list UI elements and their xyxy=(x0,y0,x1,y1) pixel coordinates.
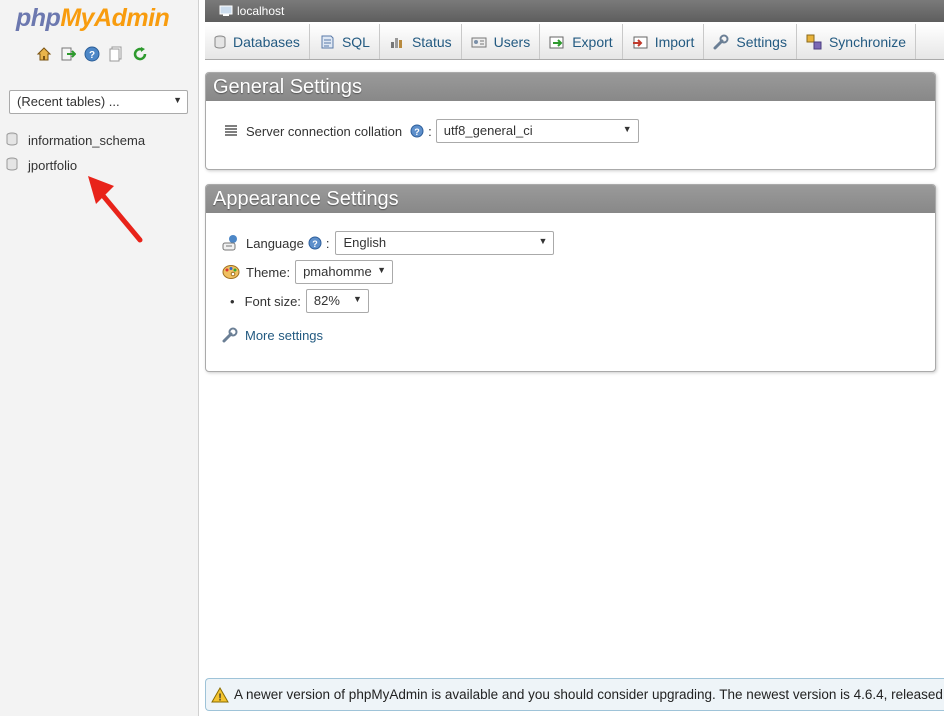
svg-text:?: ? xyxy=(414,127,420,137)
list-icon xyxy=(224,125,238,137)
chevron-down-icon: ▼ xyxy=(538,236,548,246)
sql-icon xyxy=(319,34,335,50)
update-notice: ! A newer version of phpMyAdmin is avail… xyxy=(205,678,944,711)
database-item[interactable]: information_schema xyxy=(6,128,145,153)
colon-separator: : xyxy=(325,235,330,251)
nav-quick-icons: ? xyxy=(36,46,148,62)
general-settings-title: General Settings xyxy=(206,73,935,101)
collation-select[interactable]: utf8_general_ci ▼ xyxy=(435,119,639,143)
more-settings-row: More settings xyxy=(222,327,323,343)
more-settings-link[interactable]: More settings xyxy=(245,328,323,343)
tab-databases[interactable]: Databases xyxy=(205,24,310,59)
font-size-label: Font size: xyxy=(244,293,301,309)
collation-value: utf8_general_ci xyxy=(443,123,533,138)
theme-palette-icon xyxy=(222,264,240,280)
font-size-value: 82% xyxy=(313,293,340,308)
help-icon[interactable]: ? xyxy=(410,124,424,138)
logout-icon[interactable] xyxy=(60,46,76,62)
status-icon xyxy=(389,34,405,50)
wrench-icon xyxy=(222,327,238,343)
language-select[interactable]: English ▼ xyxy=(335,231,555,255)
tab-status[interactable]: Status xyxy=(380,24,462,59)
tab-label: Users xyxy=(493,33,531,50)
tab-label: Databases xyxy=(233,33,300,50)
svg-text:!: ! xyxy=(218,692,221,703)
tab-label: Status xyxy=(411,33,452,50)
breadcrumb-bar: localhost xyxy=(205,0,944,22)
recent-tables-select[interactable]: (Recent tables) ... ▼ xyxy=(9,90,188,114)
database-icon xyxy=(6,157,18,174)
tab-synchronize[interactable]: Synchronize xyxy=(797,24,917,59)
font-size-select[interactable]: 82% ▼ xyxy=(305,289,369,313)
tab-label: Settings xyxy=(736,33,787,50)
language-label: Language xyxy=(246,235,304,251)
phpmyadmin-logo[interactable]: phpMyAdmin xyxy=(16,4,170,33)
language-value: English xyxy=(343,235,387,250)
tab-export[interactable]: Export xyxy=(540,24,623,59)
theme-select[interactable]: pmahomme ▼ xyxy=(295,260,394,284)
database-tree: information_schema jportfolio xyxy=(6,128,145,178)
logo-php-text: php xyxy=(16,4,61,32)
font-size-row: • Font size: 82% ▼ xyxy=(230,289,369,313)
breadcrumb-server-link[interactable]: localhost xyxy=(237,4,284,18)
svg-text:?: ? xyxy=(312,239,318,249)
update-notice-text: A newer version of phpMyAdmin is availab… xyxy=(234,687,944,702)
home-icon[interactable] xyxy=(36,46,52,62)
docs-icon[interactable] xyxy=(108,46,124,62)
reload-icon[interactable] xyxy=(132,46,148,62)
help-icon[interactable]: ? xyxy=(84,46,100,62)
wrench-icon xyxy=(713,34,729,50)
chevron-down-icon: ▼ xyxy=(622,124,632,134)
logo-myadmin-text: MyAdmin xyxy=(60,4,170,32)
database-name[interactable]: information_schema xyxy=(28,133,145,148)
tab-label: Import xyxy=(654,33,695,50)
import-icon xyxy=(632,34,648,50)
tab-sql[interactable]: SQL xyxy=(310,24,380,59)
svg-text:?: ? xyxy=(89,50,95,61)
database-icon xyxy=(214,35,226,49)
help-icon[interactable]: ? xyxy=(308,236,322,250)
export-icon xyxy=(549,34,565,50)
tab-settings[interactable]: Settings xyxy=(704,24,797,59)
recent-tables-value: (Recent tables) ... xyxy=(17,94,120,109)
appearance-settings-panel: Appearance Settings Language ? : English… xyxy=(205,184,936,372)
theme-row: Theme: pmahomme ▼ xyxy=(222,260,394,284)
language-row: Language ? : English ▼ xyxy=(222,231,555,255)
general-settings-panel: General Settings Server connection colla… xyxy=(205,72,936,170)
users-icon xyxy=(471,34,487,50)
tab-import[interactable]: Import xyxy=(623,24,705,59)
chevron-down-icon: ▼ xyxy=(173,95,182,105)
tab-label: SQL xyxy=(341,33,370,50)
warning-icon: ! xyxy=(211,686,229,703)
database-icon xyxy=(6,132,18,149)
synchronize-icon xyxy=(806,34,822,50)
bullet-icon: • xyxy=(230,293,235,309)
tab-label: Export xyxy=(572,33,613,50)
tab-users[interactable]: Users xyxy=(462,24,541,59)
server-icon xyxy=(219,5,233,17)
theme-label: Theme: xyxy=(246,264,291,280)
collation-label: Server connection collation xyxy=(246,123,403,139)
chevron-down-icon: ▼ xyxy=(377,265,387,275)
database-name[interactable]: jportfolio xyxy=(28,158,77,173)
collation-row: Server connection collation ? : utf8_gen… xyxy=(224,119,639,143)
red-arrow-annotation xyxy=(88,176,143,243)
theme-value: pmahomme xyxy=(303,264,372,279)
navigation-panel: phpMyAdmin ? (Recent tables) ... ▼ infor… xyxy=(0,0,199,716)
main-menu-tabs: Databases SQL Status Users Export Import… xyxy=(205,24,944,60)
chevron-down-icon: ▼ xyxy=(353,294,362,304)
appearance-settings-title: Appearance Settings xyxy=(206,185,935,213)
language-icon xyxy=(222,234,240,252)
colon-separator: : xyxy=(428,123,432,139)
tab-label: Synchronize xyxy=(828,33,907,50)
